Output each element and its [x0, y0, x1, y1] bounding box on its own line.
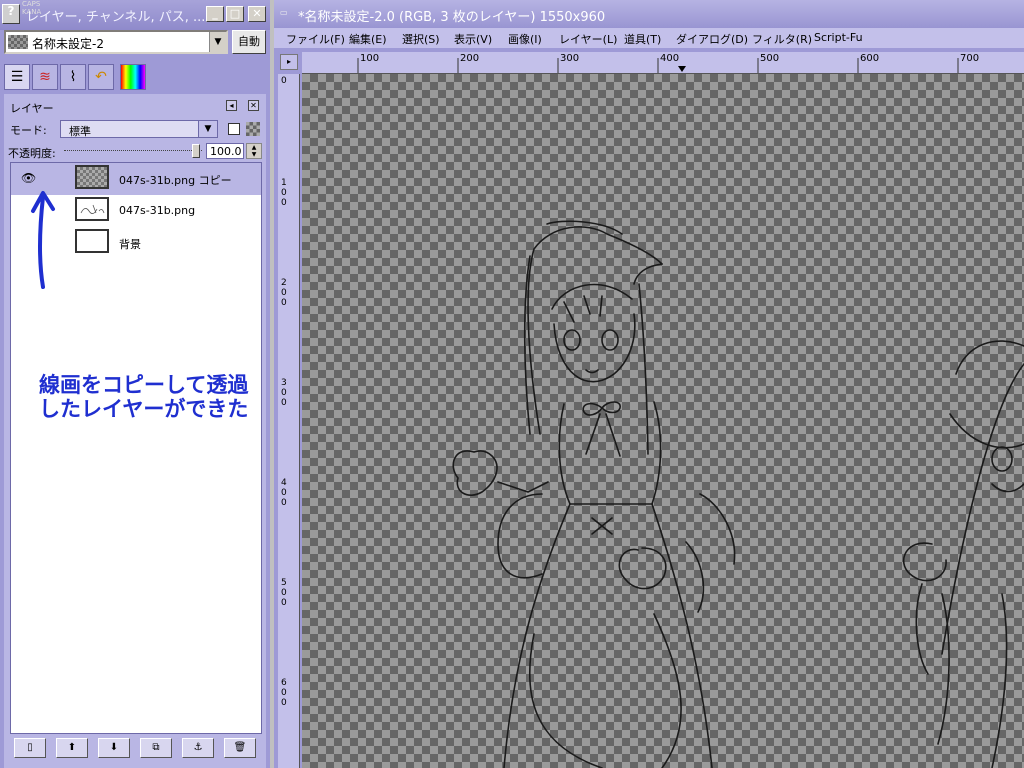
- image-selector[interactable]: 名称未設定-2 ▼: [4, 30, 228, 54]
- menu-dialogs[interactable]: ダイアログ(D): [676, 31, 748, 47]
- ruler-label: 0: [281, 76, 287, 86]
- opacity-slider-handle[interactable]: [192, 144, 200, 158]
- ruler-label: 500: [760, 53, 780, 64]
- window-menu-icon[interactable]: ▭: [280, 8, 288, 17]
- menu-filters[interactable]: フィルタ(R): [752, 31, 812, 47]
- menu-script-fu[interactable]: Script-Fu: [814, 31, 863, 44]
- keep-transparency-checkbox[interactable]: [228, 123, 240, 135]
- minimize-icon[interactable]: _: [206, 6, 224, 22]
- image-title-bar[interactable]: ▭ *名称未設定-2.0 (RGB, 3 枚のレイヤー) 1550x960: [274, 0, 1024, 28]
- image-thumbnail: [8, 35, 28, 49]
- quick-mask-toggle-icon[interactable]: ▸: [280, 54, 298, 70]
- chevron-down-icon[interactable]: ▼: [209, 32, 226, 52]
- menu-file[interactable]: ファイル(F): [286, 31, 345, 47]
- ruler-label: 300: [560, 53, 580, 64]
- opacity-label: 不透明度:: [8, 147, 56, 160]
- annotation-arrow: [31, 191, 55, 289]
- ruler-label: 200: [281, 278, 287, 308]
- menu-layer[interactable]: レイヤー(L): [559, 31, 617, 47]
- layer-thumbnail: [75, 197, 109, 221]
- panel-title: レイヤー: [10, 102, 54, 115]
- image-selector-value: 名称未設定-2: [32, 37, 104, 51]
- opacity-input[interactable]: 100.0: [206, 143, 244, 159]
- anchor-layer-icon[interactable]: ⚓: [182, 738, 214, 758]
- colormap-icon[interactable]: [120, 64, 146, 90]
- line-art-drawing: [452, 220, 1024, 768]
- panel-close-icon[interactable]: ✕: [248, 100, 259, 111]
- layers-dock-window: ? CAPS KANA レイヤー, チャンネル, パス, ... _ □ ✕ 名称…: [0, 0, 270, 768]
- paths-icon[interactable]: ⌇: [60, 64, 86, 90]
- maximize-icon[interactable]: □: [226, 6, 244, 22]
- channels-icon[interactable]: ≋: [32, 64, 58, 90]
- raise-layer-icon[interactable]: ⬆: [56, 738, 88, 758]
- image-window: ▭ *名称未設定-2.0 (RGB, 3 枚のレイヤー) 1550x960 ファ…: [274, 0, 1024, 768]
- layer-actions-bar: ▯ ⬆ ⬇ ⧉ ⚓ 🗑: [10, 738, 262, 762]
- ruler-label: 400: [281, 478, 287, 508]
- dock-title-bar[interactable]: ? CAPS KANA レイヤー, チャンネル, パス, ... _ □ ✕: [0, 0, 270, 30]
- dock-title: レイヤー, チャンネル, パス, ...: [26, 10, 206, 25]
- lower-layer-icon[interactable]: ⬇: [98, 738, 130, 758]
- ruler-label: 300: [281, 378, 287, 408]
- layer-thumbnail: [75, 229, 109, 253]
- layer-name: 背景: [119, 238, 141, 251]
- menubar: ファイル(F) 編集(E) 選択(S) 表示(V) 画像(I) レイヤー(L) …: [274, 28, 1024, 48]
- menu-view[interactable]: 表示(V): [454, 31, 492, 47]
- layer-list: 👁 047s-31b.png コピー 047s-31b.png 背景 線画をコピ…: [10, 162, 262, 734]
- panel-menu-icon[interactable]: ◂: [226, 100, 237, 111]
- mode-value: 標準: [69, 125, 91, 138]
- image-canvas[interactable]: [302, 74, 1024, 768]
- layers-icon[interactable]: ☰: [4, 64, 30, 90]
- image-title: *名称未設定-2.0 (RGB, 3 枚のレイヤー) 1550x960: [298, 10, 606, 25]
- layer-name: 047s-31b.png コピー: [119, 174, 232, 187]
- opacity-spinner[interactable]: ▲ ▼: [246, 143, 262, 159]
- horizontal-ruler: 100 200 300 400 500 600 700: [302, 52, 1024, 74]
- pointer-marker: [678, 66, 686, 72]
- auto-button[interactable]: 自動: [232, 30, 266, 54]
- ruler-label: 100: [360, 53, 380, 64]
- ruler-label: 500: [281, 578, 287, 608]
- close-icon[interactable]: ✕: [248, 6, 266, 22]
- ruler-label: 600: [281, 678, 287, 708]
- menu-edit[interactable]: 編集(E): [349, 31, 387, 47]
- opacity-slider[interactable]: [64, 150, 202, 154]
- menu-tools[interactable]: 道具(T): [624, 31, 661, 47]
- layers-panel: レイヤー ◂ ✕ モード: 標準 ▼ 不透明度: 100.0 ▲ ▼ 👁 047s…: [4, 94, 266, 768]
- chevron-down-icon[interactable]: ▼: [198, 121, 217, 137]
- transparency-icon: [246, 122, 260, 136]
- ruler-label: 100: [281, 178, 287, 208]
- mode-label: モード:: [10, 124, 47, 137]
- mode-select[interactable]: 標準 ▼: [60, 120, 218, 138]
- menu-select[interactable]: 選択(S): [402, 31, 440, 47]
- annotation-line: 線画をコピーして透過: [39, 373, 249, 397]
- ruler-label: 700: [960, 53, 980, 64]
- gimp-app-icon[interactable]: ?: [2, 4, 20, 24]
- ruler-label: 200: [460, 53, 480, 64]
- vertical-ruler: 0 100 200 300 400 500 600: [278, 74, 300, 768]
- menu-image[interactable]: 画像(I): [508, 31, 542, 47]
- annotation-text: 線画をコピーして透過 したレイヤーができた: [39, 373, 263, 421]
- duplicate-layer-icon[interactable]: ⧉: [140, 738, 172, 758]
- delete-layer-icon[interactable]: 🗑: [224, 738, 256, 758]
- ruler-label: 400: [660, 53, 680, 64]
- undo-icon[interactable]: ↶: [88, 64, 114, 90]
- new-layer-icon[interactable]: ▯: [14, 738, 46, 758]
- layer-name: 047s-31b.png: [119, 204, 196, 217]
- layer-thumbnail: [75, 165, 109, 189]
- annotation-line: したレイヤーができた: [39, 397, 249, 421]
- ruler-label: 600: [860, 53, 880, 64]
